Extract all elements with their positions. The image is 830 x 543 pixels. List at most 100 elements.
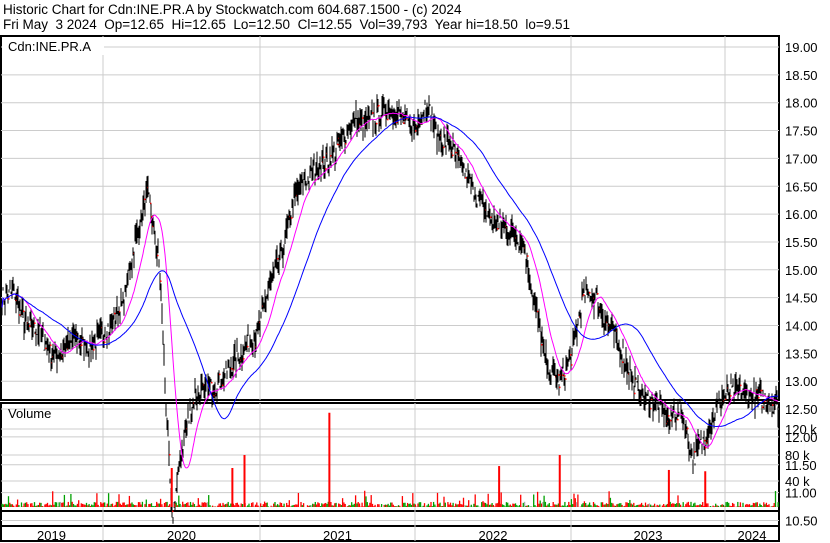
close-tick — [559, 386, 561, 389]
year-label: 2020 — [167, 528, 196, 543]
close-tick — [762, 406, 764, 409]
close-tick — [325, 168, 327, 170]
year-label: 2022 — [479, 528, 508, 543]
close-tick — [160, 280, 162, 282]
price-tick-label: 17.50 — [785, 124, 818, 139]
close-tick — [93, 349, 95, 351]
close-tick — [372, 112, 374, 114]
price-tick-label: 18.00 — [785, 96, 818, 111]
close-tick — [323, 156, 325, 159]
close-tick — [104, 341, 106, 344]
close-tick — [564, 375, 566, 377]
close-tick — [490, 216, 492, 219]
close-tick — [81, 344, 83, 346]
close-tick — [455, 151, 457, 154]
close-tick — [169, 453, 171, 456]
close-tick — [452, 154, 454, 157]
price-tick-label: 16.50 — [785, 179, 818, 194]
close-tick — [761, 389, 763, 392]
symbol-label: Cdn:INE.PR.A — [8, 39, 91, 54]
close-tick — [677, 418, 679, 421]
close-tick — [157, 254, 159, 257]
close-tick — [345, 143, 347, 145]
price-tick-label: 17.00 — [785, 151, 818, 166]
volume-tick-label: 120 k — [785, 422, 817, 437]
year-label: 2024 — [738, 528, 767, 543]
close-tick — [650, 407, 652, 410]
close-tick — [172, 510, 174, 513]
close-tick — [144, 198, 146, 201]
close-tick — [231, 368, 233, 370]
price-tick-label: 15.00 — [785, 263, 818, 278]
price-volume-chart: 19.00 18.50 18.00 17.50 17.00 16.50 16.00 15.50… — [0, 35, 818, 543]
close-tick — [415, 130, 417, 132]
close-tick — [562, 374, 564, 376]
close-tick — [362, 117, 364, 119]
close-tick — [376, 122, 378, 125]
close-tick — [597, 293, 599, 295]
year-label: 2023 — [634, 528, 663, 543]
close-tick — [8, 298, 10, 300]
volume-tick-label: 40 k — [785, 474, 810, 489]
close-tick — [634, 392, 636, 395]
close-tick — [706, 442, 708, 444]
close-tick — [403, 122, 405, 124]
volume-tick-label: 80 k — [785, 448, 810, 463]
price-tick-label: 13.00 — [785, 374, 818, 389]
close-tick — [291, 217, 293, 219]
close-tick — [34, 322, 36, 324]
price-tick-label: 12.50 — [785, 402, 818, 417]
close-tick — [337, 143, 339, 146]
close-tick — [758, 396, 760, 399]
close-tick — [23, 310, 25, 313]
close-tick — [330, 155, 332, 157]
close-tick — [622, 361, 624, 363]
year-label: 2019 — [37, 528, 66, 543]
close-tick — [497, 228, 499, 230]
close-tick — [247, 345, 249, 348]
price-tick-label: 13.50 — [785, 346, 818, 361]
close-tick — [558, 374, 560, 376]
price-tick-label: 18.50 — [785, 68, 818, 83]
price-tick-label: 10.50 — [785, 513, 818, 528]
close-tick — [583, 294, 585, 296]
close-tick — [565, 378, 567, 380]
close-tick — [772, 404, 774, 406]
close-tick — [570, 354, 572, 356]
close-tick — [541, 343, 543, 346]
price-tick-label: 14.50 — [785, 291, 818, 306]
close-tick — [114, 312, 116, 315]
close-tick — [740, 384, 742, 387]
close-tick — [670, 419, 672, 422]
price-panel — [0, 35, 780, 401]
volume-panel — [0, 402, 780, 512]
close-tick — [571, 364, 573, 366]
close-tick — [465, 177, 467, 179]
close-tick — [378, 104, 380, 107]
price-tick-label: 16.00 — [785, 207, 818, 222]
price-tick-label: 14.00 — [785, 319, 818, 334]
close-tick — [704, 439, 706, 442]
price-tick-label: 19.00 — [785, 40, 818, 55]
close-tick — [219, 373, 221, 376]
chart-window: Historic Chart for Cdn:INE.PR.A by Stock… — [0, 0, 830, 543]
close-tick — [19, 314, 21, 316]
close-tick — [45, 347, 47, 350]
volume-label: Volume — [8, 406, 51, 421]
close-tick — [211, 381, 213, 384]
close-tick — [387, 118, 389, 121]
close-tick — [443, 146, 445, 149]
close-tick — [243, 358, 245, 360]
close-tick — [50, 344, 52, 346]
close-tick — [29, 325, 31, 327]
close-tick — [589, 291, 591, 294]
close-tick — [222, 384, 224, 387]
year-label: 2021 — [323, 528, 352, 543]
close-tick — [687, 427, 689, 430]
close-tick — [730, 395, 732, 397]
close-tick — [668, 415, 670, 417]
price-tick-label: 15.50 — [785, 235, 818, 250]
close-tick — [694, 451, 696, 453]
close-tick — [277, 258, 279, 260]
close-tick — [527, 255, 529, 257]
